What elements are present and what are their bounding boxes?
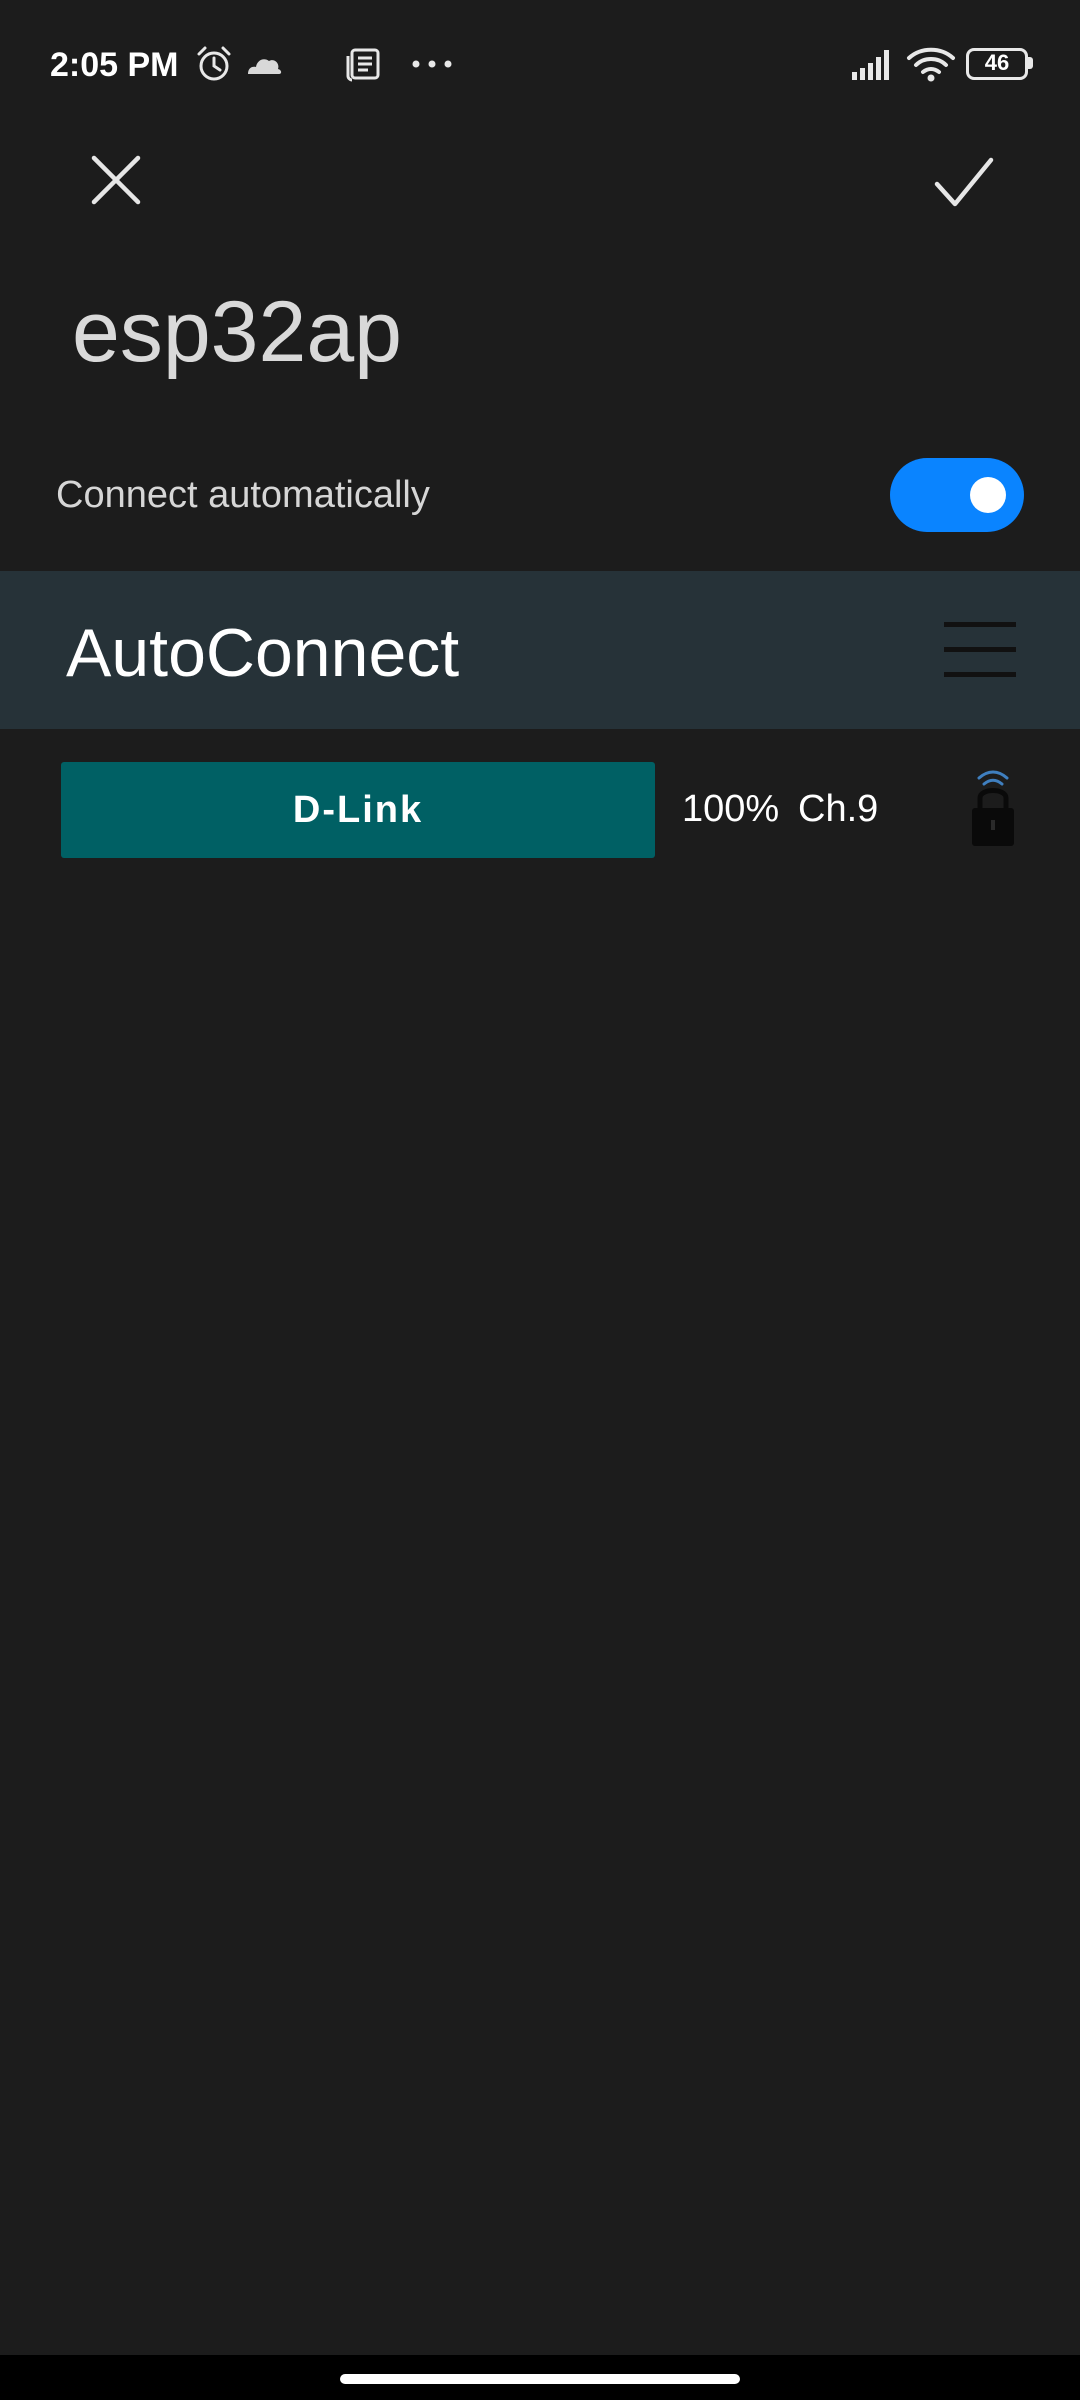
status-bar: 2:05 PM 46 bbox=[0, 0, 1080, 120]
battery-cap bbox=[1028, 57, 1033, 69]
network-ssid-button[interactable]: D-Link bbox=[61, 762, 655, 858]
network-strength: 100% bbox=[682, 788, 780, 830]
screen: 2:05 PM 46 esp32ap Connect automatically… bbox=[0, 0, 1080, 2400]
home-indicator[interactable] bbox=[340, 2374, 740, 2384]
network-name: esp32ap bbox=[72, 284, 402, 380]
battery-icon: 46 bbox=[966, 48, 1033, 80]
signal-icon bbox=[852, 50, 889, 80]
wifi-icon bbox=[907, 47, 955, 82]
web-header: AutoConnect bbox=[0, 571, 1080, 729]
navigation-bar bbox=[0, 2355, 1080, 2400]
auto-connect-toggle[interactable] bbox=[890, 458, 1024, 532]
check-icon bbox=[934, 157, 994, 207]
confirm-button[interactable] bbox=[922, 140, 1006, 224]
toggle-knob bbox=[970, 477, 1006, 513]
close-button[interactable] bbox=[76, 140, 156, 220]
alarm-icon bbox=[197, 46, 231, 81]
menu-icon[interactable] bbox=[944, 622, 1016, 678]
close-icon bbox=[91, 155, 141, 205]
lock-icon bbox=[972, 770, 1014, 846]
battery-level: 46 bbox=[984, 50, 1010, 75]
network-channel: Ch.9 bbox=[798, 788, 879, 830]
status-time: 2:05 PM bbox=[50, 46, 179, 84]
more-dots-icon bbox=[412, 60, 452, 68]
news-icon bbox=[346, 48, 380, 82]
web-title: AutoConnect bbox=[66, 615, 460, 691]
network-list-item: D-Link 100% Ch.9 bbox=[0, 762, 1080, 862]
auto-connect-label: Connect automatically bbox=[56, 474, 430, 516]
cloud-icon bbox=[248, 59, 282, 74]
auto-connect-row: Connect automatically bbox=[0, 440, 1080, 550]
